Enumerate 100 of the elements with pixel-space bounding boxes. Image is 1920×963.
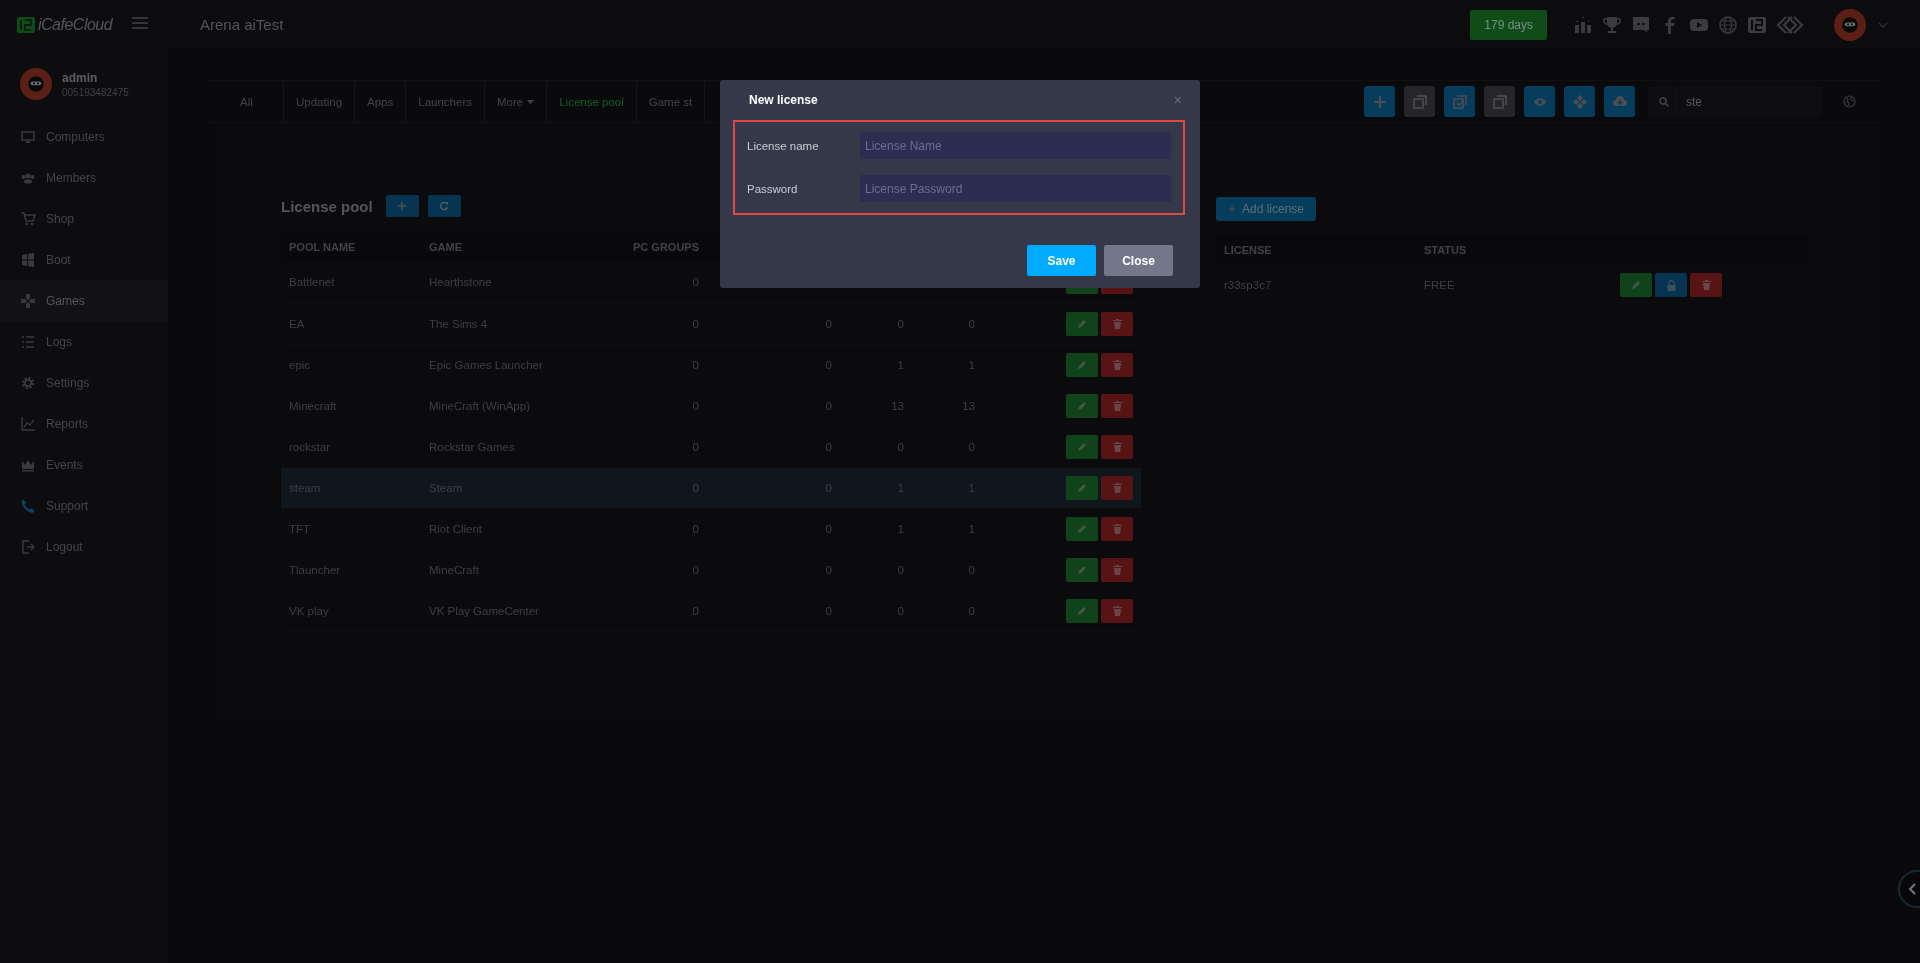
add-license-button[interactable]: Add license xyxy=(1216,197,1317,221)
copy-icon xyxy=(1412,94,1427,109)
pencil-icon xyxy=(1631,280,1641,291)
chat-icon xyxy=(1631,14,1651,35)
toolbar-button[interactable] xyxy=(1524,86,1555,117)
toolbar-button[interactable] xyxy=(1444,86,1475,117)
close-button[interactable]: × xyxy=(1170,92,1185,108)
trash-icon xyxy=(1112,605,1122,616)
column-header: GAME xyxy=(429,241,462,253)
refresh-button[interactable] xyxy=(427,195,461,217)
add-button[interactable] xyxy=(385,195,419,217)
lock-icon xyxy=(1666,279,1676,291)
delete-button[interactable] xyxy=(1101,311,1133,336)
save-button[interactable]: Save xyxy=(1027,245,1096,276)
refresh-icon xyxy=(439,201,450,211)
section-title: License pool xyxy=(281,197,373,215)
edit-button[interactable] xyxy=(1620,273,1652,298)
search-field[interactable]: ste xyxy=(1648,86,1822,117)
pencil-icon xyxy=(1077,359,1087,370)
list-icon xyxy=(20,333,36,350)
windows-icon xyxy=(20,251,36,268)
sidebar-item[interactable]: Games xyxy=(0,280,168,321)
trash-icon xyxy=(1701,280,1711,291)
diamonds-icon xyxy=(1572,94,1587,109)
input-field[interactable]: License Password xyxy=(860,175,1171,202)
settings-icon xyxy=(20,374,36,391)
column-header: PC GROUPS xyxy=(633,241,699,253)
plus-icon xyxy=(1228,205,1236,213)
delete-button[interactable] xyxy=(1690,273,1722,298)
trash-icon xyxy=(1112,359,1122,370)
pencil-icon xyxy=(1077,523,1087,534)
pencil-icon xyxy=(1077,564,1087,575)
monitor-icon xyxy=(20,128,36,145)
edit-button[interactable] xyxy=(1066,557,1098,582)
plus-icon xyxy=(397,201,408,211)
column-header: STATUS xyxy=(1424,244,1467,256)
globe-icon xyxy=(1718,14,1738,35)
field-label: Password xyxy=(747,182,799,195)
dialog-title: New license xyxy=(749,93,818,107)
pencil-icon xyxy=(1077,318,1087,329)
chart-icon xyxy=(20,415,36,432)
edit-button[interactable] xyxy=(1066,516,1098,541)
trophy-icon xyxy=(1602,14,1622,35)
trash-icon xyxy=(1112,400,1122,411)
trash-icon xyxy=(1112,564,1122,575)
trash-icon xyxy=(1112,482,1122,493)
page-title: Arena aiTest xyxy=(200,16,285,33)
user-name: admin xyxy=(62,70,99,85)
toolbar-button[interactable] xyxy=(1564,86,1595,117)
profile-avatar[interactable] xyxy=(1834,8,1866,41)
delete-button[interactable] xyxy=(1101,352,1133,377)
edit-button[interactable] xyxy=(1066,434,1098,459)
toolbar-button[interactable] xyxy=(1364,86,1395,117)
days-badge: 179 days xyxy=(1470,9,1547,40)
delete-button[interactable] xyxy=(1101,557,1133,582)
gamepad-icon xyxy=(20,292,36,309)
edit-button[interactable] xyxy=(1066,352,1098,377)
column-header: LICENSE xyxy=(1224,244,1272,256)
pencil-icon xyxy=(1077,441,1087,452)
edit-button[interactable] xyxy=(1066,311,1098,336)
toolbar-button[interactable] xyxy=(1604,86,1635,117)
logo-text: iCafeCloud xyxy=(38,15,113,34)
input-field[interactable]: License Name xyxy=(860,132,1171,159)
logo-icon xyxy=(16,14,36,35)
pencil-icon xyxy=(1077,605,1087,616)
menu-icon xyxy=(132,17,148,29)
delete-button[interactable] xyxy=(1101,516,1133,541)
check-copy-icon xyxy=(1452,94,1467,109)
copy-icon xyxy=(1492,94,1507,109)
field-label: License name xyxy=(747,139,820,152)
chevron-left-icon xyxy=(1908,883,1916,895)
chevrons-icon xyxy=(1776,14,1804,35)
delete-button[interactable] xyxy=(1101,598,1133,623)
edit-button[interactable] xyxy=(1066,393,1098,418)
logout-icon xyxy=(20,538,36,555)
delete-button[interactable] xyxy=(1101,475,1133,500)
globe-icon xyxy=(1843,95,1856,108)
toolbar-button[interactable] xyxy=(1484,86,1515,117)
phone-icon xyxy=(20,497,36,514)
lock-button[interactable] xyxy=(1655,273,1687,298)
delete-button[interactable] xyxy=(1101,393,1133,418)
cart-icon xyxy=(20,210,36,227)
cloud-download-icon xyxy=(1612,94,1627,109)
square-logo-icon xyxy=(1747,14,1767,35)
column-header: POOL NAME xyxy=(289,241,356,253)
pencil-icon xyxy=(1077,482,1087,493)
plus-icon xyxy=(1372,94,1387,109)
ranking-icon xyxy=(1573,14,1593,35)
trash-icon xyxy=(1112,318,1122,329)
close-button[interactable]: Close xyxy=(1104,245,1173,276)
pencil-icon xyxy=(1077,400,1087,411)
delete-button[interactable] xyxy=(1101,434,1133,459)
user-avatar[interactable] xyxy=(20,68,52,100)
chevron-down-icon xyxy=(1878,21,1888,28)
edit-button[interactable] xyxy=(1066,475,1098,500)
trash-icon xyxy=(1112,441,1122,452)
trash-icon xyxy=(1112,523,1122,534)
search-icon xyxy=(1658,96,1669,107)
toolbar-button[interactable] xyxy=(1404,86,1435,117)
edit-button[interactable] xyxy=(1066,598,1098,623)
